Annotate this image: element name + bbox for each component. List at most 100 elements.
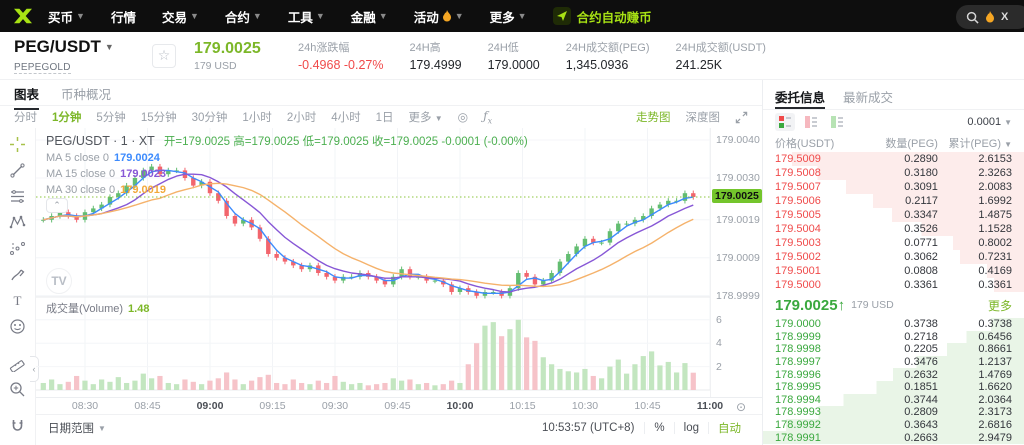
pair-selector[interactable]: PEG/USDT ▼ (14, 37, 134, 57)
view-depth-toggle[interactable]: 深度图 (686, 109, 721, 125)
book-layout-both-icon[interactable] (775, 113, 795, 131)
nav-item-label: 合约 (224, 10, 250, 25)
order-book-tab-0[interactable]: 委托信息 (775, 87, 826, 109)
row-price: 179.5001 (775, 265, 821, 277)
row-price: 179.5000 (775, 279, 821, 291)
order-book-row[interactable]: 179.5001 0.0808 0.4169 (763, 264, 1024, 278)
row-price: 178.9998 (775, 343, 821, 356)
promo-link[interactable]: 合约自动赚币 (552, 7, 652, 26)
xt-logo[interactable] (12, 7, 34, 25)
order-book-row[interactable]: 178.9994 0.3744 2.0364 (763, 393, 1024, 407)
row-price: 179.5009 (775, 153, 821, 165)
timeframe-0[interactable]: 分时 (14, 109, 37, 125)
order-book-row[interactable]: 179.5007 0.3091 2.0083 (763, 180, 1024, 194)
trend-line-icon[interactable] (9, 162, 26, 179)
order-book-row[interactable]: 178.9992 0.3643 2.6816 (763, 418, 1024, 432)
log-scale-button[interactable]: log (675, 422, 709, 434)
order-book-row[interactable]: 179.5004 0.3526 1.1528 (763, 222, 1024, 236)
chart-tab-1[interactable]: 币种概况 (61, 84, 111, 108)
precision-select[interactable]: 0.0001 ▼ (967, 116, 1012, 128)
order-book-row[interactable]: 179.5002 0.3062 0.7231 (763, 250, 1024, 264)
timezone-clock-icon[interactable]: ⊙ (736, 400, 746, 414)
nav-item-0[interactable]: 买币 ▼ (48, 7, 85, 26)
nav-item-3[interactable]: 合约 ▼ (225, 7, 262, 26)
order-book-row[interactable]: 179.5000 0.3361 0.3361 (763, 278, 1024, 292)
auto-scale-button[interactable]: 自动 (709, 420, 750, 436)
timeframe-8[interactable]: 1日 (376, 109, 394, 125)
volume-axis-label: 6 (716, 313, 722, 326)
timeframe-2[interactable]: 5分钟 (96, 109, 125, 125)
ticker-stat-0: 24h涨跌幅 -0.4968 -0.27% (298, 39, 383, 72)
fib-lines-icon[interactable] (9, 188, 26, 205)
nav-item-6[interactable]: 活动 ▼ (414, 7, 464, 26)
row-cum: 2.3173 (978, 406, 1012, 419)
timeframe-6[interactable]: 2小时 (287, 109, 316, 125)
order-book-row[interactable]: 178.9991 0.2663 2.9479 (763, 431, 1024, 444)
percent-scale-button[interactable]: % (645, 422, 675, 434)
emoji-icon[interactable] (9, 318, 26, 335)
book-layout-bids-icon[interactable] (827, 113, 847, 131)
timeframe-7[interactable]: 4小时 (331, 109, 360, 125)
chart-body: T ‹ PEG/USDT · 1 · XT 开=179.0025 高=179.0… (0, 128, 762, 445)
book-more-link[interactable]: 更多 (988, 297, 1012, 314)
view-trend-toggle[interactable]: 走势图 (636, 109, 671, 125)
order-book-row[interactable]: 178.9998 0.2205 0.8661 (763, 343, 1024, 356)
nav-item-1[interactable]: 行情 (111, 7, 136, 26)
order-book-tab-1[interactable]: 最新成交 (843, 87, 893, 109)
row-qty: 0.0808 (904, 265, 938, 277)
order-book-row[interactable]: 179.5005 0.3347 1.4875 (763, 208, 1024, 222)
date-range-button[interactable]: 日期范围 ▼ (48, 420, 106, 436)
favorite-button[interactable]: ☆ (152, 43, 176, 68)
tradingview-logo[interactable]: TV (46, 268, 72, 294)
nav-item-label: 工具 (287, 10, 313, 25)
order-book-row[interactable]: 178.9995 0.1851 1.6620 (763, 380, 1024, 394)
timeframe-4[interactable]: 30分钟 (192, 109, 228, 125)
magnet-icon[interactable] (9, 418, 26, 435)
text-tool-icon[interactable]: T (9, 292, 26, 309)
chart-settings-icon[interactable]: ◎ (458, 110, 468, 124)
order-book-tabs: 委托信息 最新成交 (763, 80, 1024, 110)
order-book-row[interactable]: 178.9996 0.2632 1.4769 (763, 368, 1024, 381)
col-cum[interactable]: 累计(PEG) ▼ (938, 135, 1012, 151)
fullscreen-icon[interactable] (735, 111, 748, 124)
nav-item-2[interactable]: 交易 ▼ (162, 7, 199, 26)
search-bar[interactable]: X (956, 5, 1024, 29)
timeframe-3[interactable]: 15分钟 (141, 109, 177, 125)
book-layout-asks-icon[interactable] (801, 113, 821, 131)
timeframe-1[interactable]: 1分钟 (52, 109, 81, 125)
crosshair-icon[interactable] (9, 136, 26, 153)
nav-item-7[interactable]: 更多 ▼ (490, 7, 527, 26)
xabcd-pattern-icon[interactable] (9, 214, 26, 231)
search-icon (966, 11, 979, 24)
order-book-row[interactable]: 178.9993 0.2809 2.3173 (763, 406, 1024, 419)
candlestick-chart[interactable]: PEG/USDT · 1 · XT 开=179.0025 高=179.0025 … (36, 128, 711, 397)
current-price-tag: 179.0025 (712, 189, 762, 203)
row-price: 179.5004 (775, 223, 821, 235)
order-book-row[interactable]: 179.5009 0.2890 2.6153 (763, 152, 1024, 166)
ruler-icon[interactable] (9, 355, 26, 372)
row-qty: 0.2663 (904, 431, 938, 444)
timeframe-5[interactable]: 1小时 (242, 109, 271, 125)
order-book-row[interactable]: 179.5008 0.3180 2.3263 (763, 166, 1024, 180)
timeframe-more[interactable]: 更多 ▼ (409, 109, 443, 125)
price-axis[interactable]: 179.0040 179.0030 179.0019 179.0009 178.9999… (710, 128, 763, 397)
brush-icon[interactable] (9, 266, 26, 283)
row-cum: 2.6816 (978, 419, 1012, 432)
row-qty: 0.2117 (905, 195, 938, 207)
nav-item-4[interactable]: 工具 ▼ (288, 7, 325, 26)
mid-price-row[interactable]: 179.0025↑ 179 USD 更多 (763, 292, 1024, 318)
order-book-row[interactable]: 179.5006 0.2117 1.6992 (763, 194, 1024, 208)
zoom-in-icon[interactable] (9, 381, 26, 398)
time-axis[interactable]: ⊙ 08:30 08:45 09:00 09:15 09:30 09:45 10:00 10:… (36, 397, 762, 414)
order-book-row[interactable]: 179.0000 0.3738 0.3738 (763, 318, 1024, 331)
clock-utc[interactable]: 10:53:57 (UTC+8) (542, 422, 646, 434)
legend-collapse-button[interactable]: ⌃ (46, 198, 68, 213)
nav-item-5[interactable]: 金融 ▼ (351, 7, 388, 26)
forecast-icon[interactable] (9, 240, 26, 257)
price-axis-label: 179.0040 (716, 134, 760, 146)
flame-icon (442, 10, 451, 22)
order-book-row[interactable]: 178.9999 0.2718 0.6456 (763, 330, 1024, 344)
order-book-row[interactable]: 179.5003 0.0771 0.8002 (763, 236, 1024, 250)
indicators-icon[interactable]: ƒx (483, 109, 492, 125)
order-book-row[interactable]: 178.9997 0.3476 1.2137 (763, 355, 1024, 369)
